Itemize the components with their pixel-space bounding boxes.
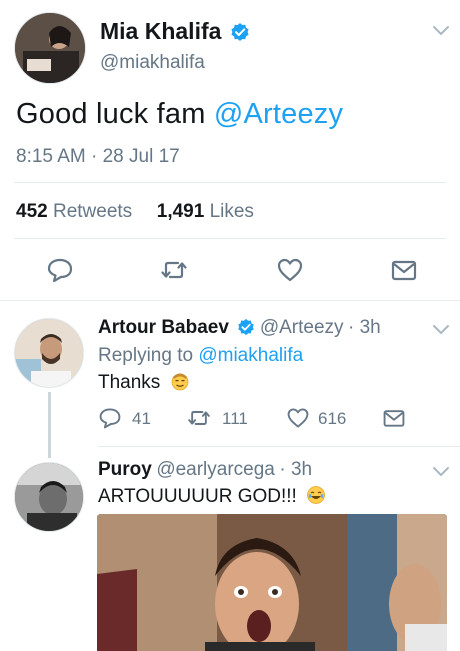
chevron-down-icon[interactable] [432,323,450,335]
tweet-timestamp[interactable]: 8:15 AM · 28 Jul 17 [16,146,180,168]
replying-to: Replying to @miakhalifa [98,345,303,367]
likes-count: 1,491 [156,201,205,222]
emoji-icon [306,485,326,511]
mention-link[interactable]: @Arteezy [214,98,343,130]
reply-text-row: ARTOUUUUUR GOD!!! [98,485,326,511]
author-avatar[interactable] [14,12,86,84]
emoji-icon [170,371,190,397]
retweet-count: 111 [222,409,248,428]
reply-author-name[interactable]: Artour Babaev [98,317,229,338]
chevron-down-icon[interactable] [432,465,450,477]
reply-text: ARTOUUUUUR GOD!!! [98,486,297,507]
reply-author-handle[interactable]: @Arteezy [260,317,344,338]
tweet-body: Good luck fam [16,98,214,130]
verified-badge-icon [230,22,250,42]
verified-badge-icon [237,318,255,336]
reply-avatar[interactable] [14,462,84,532]
divider [98,446,460,447]
like-icon[interactable] [276,256,304,284]
tweet-stats: 452 Retweets 1,491 Likes [16,201,254,223]
reply-count: 41 [132,409,151,428]
author-name[interactable]: Mia Khalifa [100,18,221,44]
tweet-text: Good luck fam @Arteezy [16,98,343,131]
author-handle[interactable]: @miakhalifa [100,52,205,74]
share-icon[interactable] [390,256,418,284]
reply-text-row: Thanks [98,371,190,397]
retweet-icon[interactable] [186,406,212,430]
reply-icon[interactable] [98,406,122,430]
reply-time[interactable]: · 3h [279,459,312,480]
retweets-stat[interactable]: 452 Retweets [16,201,132,222]
reply-icon[interactable] [46,256,74,284]
reply-text: Thanks [98,372,161,393]
share-icon[interactable] [382,406,406,430]
divider [14,238,446,239]
reply-media-gif[interactable] [97,514,447,651]
likes-stat[interactable]: 1,491 Likes [157,201,254,222]
retweets-label: Retweets [52,201,133,222]
reply-author-name[interactable]: Puroy [98,459,152,480]
chevron-down-icon[interactable] [432,24,450,36]
thread-connector-line [48,392,51,458]
reply-header: Artour Babaev @Arteezy · 3h [98,317,381,339]
reply-time[interactable]: · 3h [348,317,381,338]
replying-to-link[interactable]: @miakhalifa [198,345,303,366]
retweet-icon[interactable] [160,256,188,284]
divider [14,182,446,183]
likes-label: Likes [209,201,254,222]
like-icon[interactable] [286,406,310,430]
reply-header: Puroy @earlyarcega · 3h [98,459,312,481]
retweets-count: 452 [16,201,48,222]
divider [0,300,460,301]
reply-avatar[interactable] [14,318,84,388]
reply-author-handle[interactable]: @earlyarcega [156,459,275,480]
like-count: 616 [318,409,347,428]
author-name-row: Mia Khalifa [100,18,250,45]
replying-prefix: Replying to [98,345,199,366]
